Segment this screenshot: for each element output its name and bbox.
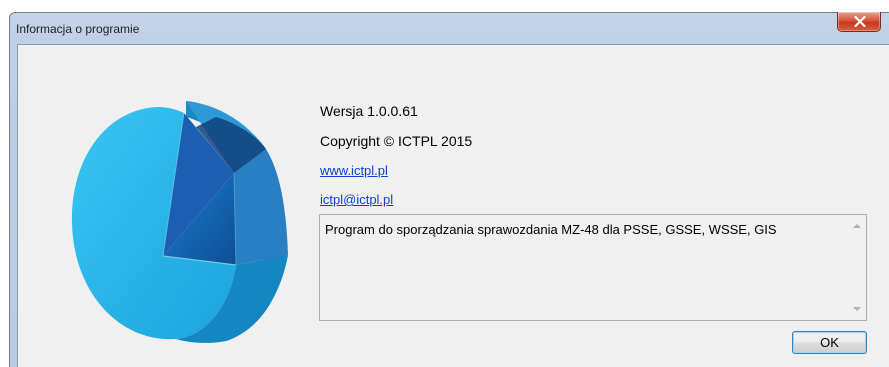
close-button[interactable] [837, 12, 881, 32]
title-bar[interactable]: Informacja o programie [10, 12, 889, 44]
close-x-icon [854, 16, 866, 27]
pie-chart-logo [71, 101, 288, 343]
description-text: Program do sporządzania sprawozdania MZ-… [325, 222, 777, 237]
window-title: Informacja o programie [16, 22, 140, 36]
about-dialog: Informacja o programie Wersja 1.0.0.61 C… [9, 12, 889, 367]
email-link[interactable]: ictpl@ictpl.pl [320, 192, 393, 207]
ok-button[interactable]: OK [792, 331, 867, 354]
scroll-up-arrow-icon[interactable] [853, 224, 861, 228]
description-scrollbar[interactable] [849, 215, 866, 320]
website-link[interactable]: www.ictpl.pl [320, 163, 388, 178]
description-textbox[interactable]: Program do sporządzania sprawozdania MZ-… [319, 214, 867, 321]
copyright-label: Copyright © ICTPL 2015 [320, 133, 473, 149]
dialog-content: Wersja 1.0.0.61 Copyright © ICTPL 2015 w… [17, 44, 889, 367]
version-label: Wersja 1.0.0.61 [320, 103, 418, 119]
scroll-down-arrow-icon[interactable] [853, 307, 861, 311]
